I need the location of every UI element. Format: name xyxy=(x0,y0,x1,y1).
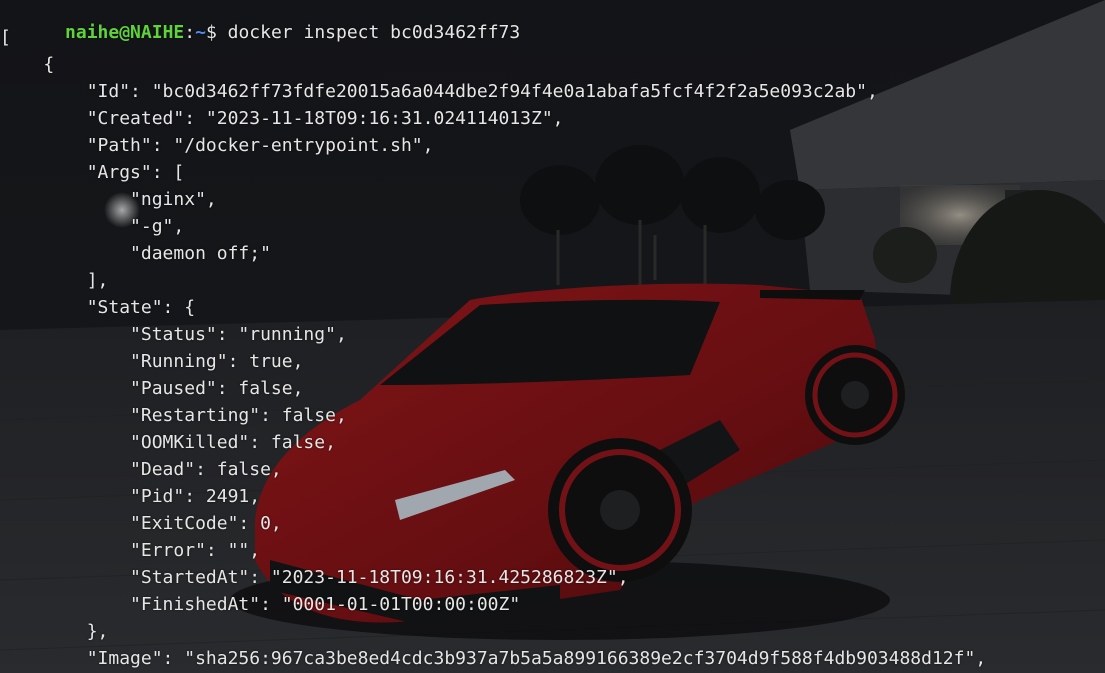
output-line: "Running": true, xyxy=(0,351,304,372)
output-line: "FinishedAt": "0001-01-01T00:00:00Z" xyxy=(0,594,521,615)
output-line: "Args": [ xyxy=(0,162,185,183)
output-line: "Paused": false, xyxy=(0,378,304,399)
output-line: "daemon off;" xyxy=(0,243,271,264)
output-line: "-g", xyxy=(0,216,185,237)
output-line: "StartedAt": "2023-11-18T09:16:31.425286… xyxy=(0,567,629,588)
command-text: docker inspect bc0d3462ff73 xyxy=(227,22,521,43)
output-line: "Error": "", xyxy=(0,540,261,561)
output-line: "OOMKilled": false, xyxy=(0,432,336,453)
prompt-path: ~ xyxy=(195,22,206,43)
output-line: "Restarting": false, xyxy=(0,405,347,426)
output-line: }, xyxy=(0,621,109,642)
output-line: "ExitCode": 0, xyxy=(0,513,282,534)
output-line: "Path": "/docker-entrypoint.sh", xyxy=(0,135,434,156)
output-line: ], xyxy=(0,270,109,291)
output-line: "Image": "sha256:967ca3be8ed4cdc3b937a7b… xyxy=(0,648,987,669)
output-line: { xyxy=(0,54,55,75)
output-line: "nginx", xyxy=(0,189,217,210)
prompt-separator: : xyxy=(184,22,196,43)
output-line: "Created": "2023-11-18T09:16:31.02411401… xyxy=(0,108,564,129)
prompt-user-host: naihe@NAIHE xyxy=(65,22,185,43)
prompt-line: naihe@NAIHE:~$ docker inspect bc0d3462ff… xyxy=(0,0,520,43)
output-line: "Id": "bc0d3462ff73fdfe20015a6a044dbe2f9… xyxy=(0,81,878,102)
terminal-window[interactable]: naihe@NAIHE:~$ docker inspect bc0d3462ff… xyxy=(0,0,1105,673)
output-line: "Status": "running", xyxy=(0,324,347,345)
prompt-symbol: $ xyxy=(205,22,217,43)
output-line: [ xyxy=(0,27,11,48)
output-line: "State": { xyxy=(0,297,196,318)
output-line: "Pid": 2491, xyxy=(0,486,261,507)
output-line: "Dead": false, xyxy=(0,459,282,480)
